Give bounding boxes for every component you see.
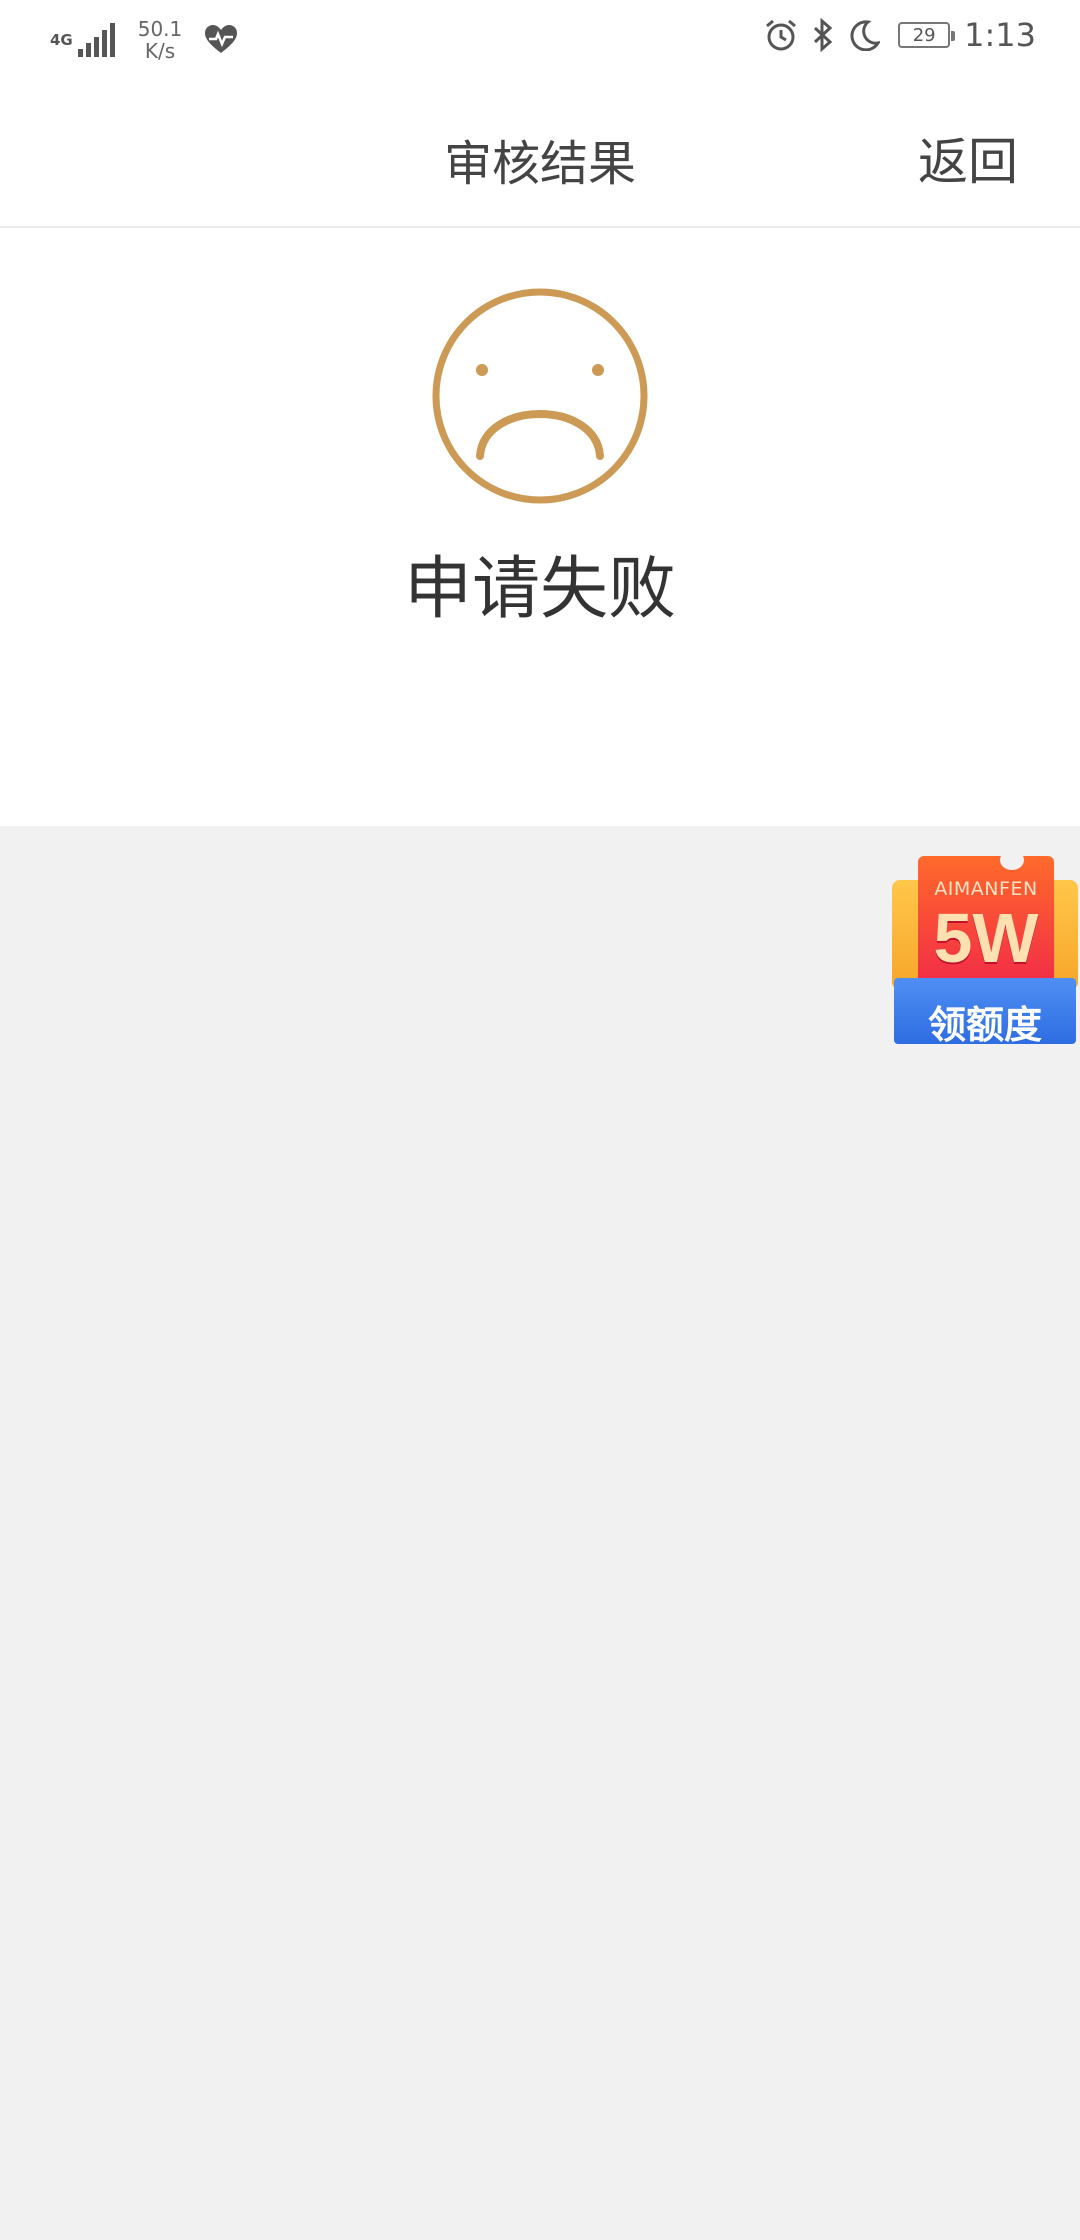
promo-notch: [1000, 850, 1024, 870]
battery-level: 29: [912, 24, 936, 46]
promo-floating-badge[interactable]: AIMANFEN 5W 领额度: [892, 850, 1078, 1047]
moon-icon: [850, 20, 881, 51]
network-type: 4G: [50, 31, 73, 49]
speed-value: 50.1: [137, 17, 183, 41]
result-panel: 申请失败: [0, 228, 1080, 826]
screen: 4G 50.1 K/s 29 1:13 审核结果 返回 申请失败 AIMANFE…: [0, 0, 1080, 2240]
signal-icon: [78, 23, 118, 57]
back-button[interactable]: 返回: [918, 122, 1018, 194]
promo-label: 领额度: [927, 1003, 1042, 1047]
title-bar: 审核结果 返回: [0, 80, 1080, 228]
sad-face-icon: [432, 288, 648, 504]
alarm-icon: [766, 19, 797, 51]
promo-brand: AIMANFEN: [934, 878, 1038, 900]
status-bar: 4G 50.1 K/s 29 1:13: [0, 0, 1080, 80]
status-right: 29 1:13: [750, 16, 1036, 54]
result-message: 申请失败: [403, 550, 676, 629]
health-heart-icon: [205, 25, 237, 53]
speed-unit: K/s: [144, 39, 176, 63]
network-speed: 50.1 K/s: [134, 18, 186, 62]
status-left: 4G 50.1 K/s: [50, 18, 238, 62]
clock: 1:13: [964, 16, 1036, 54]
battery-icon: 29: [898, 22, 956, 48]
bluetooth-icon: [814, 18, 833, 52]
promo-amount: 5W: [933, 899, 1039, 977]
